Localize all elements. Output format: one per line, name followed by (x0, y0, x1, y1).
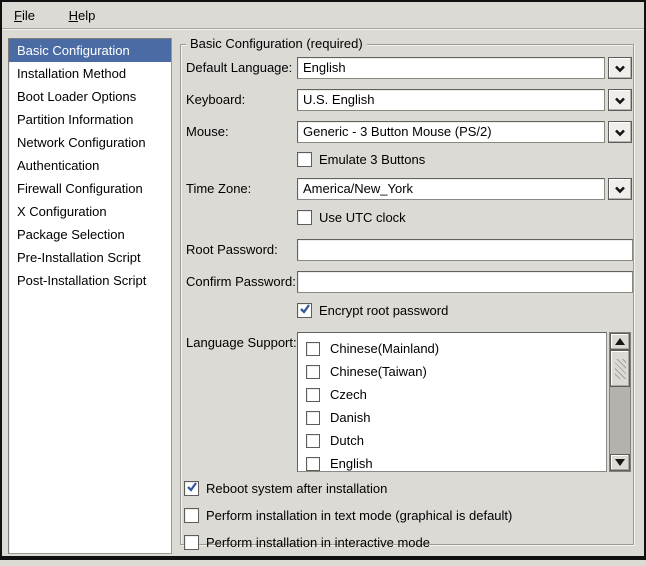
emulate-3-buttons-checkbox[interactable]: Emulate 3 Buttons (297, 152, 425, 167)
time-zone-combo[interactable]: America/New_York (297, 178, 605, 200)
language-option-label: Danish (330, 410, 370, 425)
menu-help[interactable]: Help (63, 6, 102, 25)
language-option[interactable]: Chinese(Mainland) (298, 337, 606, 360)
scroll-up-button[interactable] (610, 333, 630, 350)
confirm-password-label: Confirm Password: (186, 274, 296, 289)
chevron-down-icon (614, 125, 626, 140)
sidebar-item-installation-method[interactable]: Installation Method (9, 62, 171, 85)
language-option[interactable]: Czech (298, 383, 606, 406)
root-password-label: Root Password: (186, 242, 278, 257)
checkbox-box[interactable] (184, 481, 199, 496)
language-option-label: Chinese(Taiwan) (330, 364, 427, 379)
menu-file[interactable]: File (8, 6, 41, 25)
sidebar-item-package-selection[interactable]: Package Selection (9, 223, 171, 246)
kickstart-configurator-window: File Help Basic Configuration Installati… (0, 0, 646, 566)
language-option-label: Chinese(Mainland) (330, 341, 439, 356)
checkbox-box[interactable] (306, 365, 320, 379)
sidebar-item-x-configuration[interactable]: X Configuration (9, 200, 171, 223)
language-option-label: English (330, 456, 373, 471)
sidebar-item-pre-installation-script[interactable]: Pre-Installation Script (9, 246, 171, 269)
sidebar-item-boot-loader-options[interactable]: Boot Loader Options (9, 85, 171, 108)
use-utc-clock-checkbox[interactable]: Use UTC clock (297, 210, 406, 225)
default-language-label: Default Language: (186, 60, 292, 75)
scrollbar-thumb[interactable] (610, 350, 630, 387)
checkbox-box[interactable] (306, 388, 320, 402)
checkbox-box[interactable] (297, 303, 312, 318)
sidebar-item-network-configuration[interactable]: Network Configuration (9, 131, 171, 154)
language-option-label: Dutch (330, 433, 364, 448)
root-password-input[interactable] (297, 239, 633, 261)
checkbox-box[interactable] (306, 342, 320, 356)
reboot-after-install-checkbox[interactable]: Reboot system after installation (184, 481, 387, 496)
text-mode-install-label: Perform installation in text mode (graph… (206, 508, 512, 523)
scroll-down-icon (615, 459, 625, 466)
menu-bar: File Help (2, 2, 644, 29)
check-icon (299, 303, 311, 318)
text-mode-install-checkbox[interactable]: Perform installation in text mode (graph… (184, 508, 512, 523)
chevron-down-icon (614, 61, 626, 76)
sidebar-item-authentication[interactable]: Authentication (9, 154, 171, 177)
reboot-after-install-label: Reboot system after installation (206, 481, 387, 496)
time-zone-dropdown-button[interactable] (608, 178, 632, 200)
language-option[interactable]: Chinese(Taiwan) (298, 360, 606, 383)
emulate-3-buttons-label: Emulate 3 Buttons (319, 152, 425, 167)
language-option[interactable]: Danish (298, 406, 606, 429)
checkbox-box[interactable] (297, 210, 312, 225)
confirm-password-input[interactable] (297, 271, 633, 293)
scroll-up-icon (615, 338, 625, 345)
checkbox-box[interactable] (297, 152, 312, 167)
section-list: Basic Configuration Installation Method … (8, 38, 172, 554)
checkbox-box[interactable] (184, 535, 199, 550)
sidebar-item-firewall-configuration[interactable]: Firewall Configuration (9, 177, 171, 200)
keyboard-label: Keyboard: (186, 92, 245, 107)
language-option[interactable]: Dutch (298, 429, 606, 452)
mouse-combo[interactable]: Generic - 3 Button Mouse (PS/2) (297, 121, 605, 143)
interactive-mode-install-label: Perform installation in interactive mode (206, 535, 430, 550)
language-support-label: Language Support: (186, 335, 297, 350)
sidebar-item-partition-information[interactable]: Partition Information (9, 108, 171, 131)
checkbox-box[interactable] (184, 508, 199, 523)
keyboard-dropdown-button[interactable] (608, 89, 632, 111)
scroll-down-button[interactable] (610, 454, 630, 471)
time-zone-label: Time Zone: (186, 181, 251, 196)
encrypt-root-password-checkbox[interactable]: Encrypt root password (297, 303, 448, 318)
chevron-down-icon (614, 182, 626, 197)
sidebar-item-post-installation-script[interactable]: Post-Installation Script (9, 269, 171, 292)
checkbox-box[interactable] (306, 411, 320, 425)
language-option[interactable]: English (298, 452, 606, 472)
interactive-mode-install-checkbox[interactable]: Perform installation in interactive mode (184, 535, 430, 550)
language-option-label: Czech (330, 387, 367, 402)
default-language-combo[interactable]: English (297, 57, 605, 79)
mouse-dropdown-button[interactable] (608, 121, 632, 143)
language-support-list: Chinese(Mainland) Chinese(Taiwan) Czech … (297, 332, 607, 472)
checkbox-box[interactable] (306, 457, 320, 471)
chevron-down-icon (614, 93, 626, 108)
use-utc-clock-label: Use UTC clock (319, 210, 406, 225)
default-language-dropdown-button[interactable] (608, 57, 632, 79)
encrypt-root-password-label: Encrypt root password (319, 303, 448, 318)
keyboard-combo[interactable]: U.S. English (297, 89, 605, 111)
mouse-label: Mouse: (186, 124, 229, 139)
sidebar-item-basic-configuration[interactable]: Basic Configuration (9, 39, 171, 62)
group-title: Basic Configuration (required) (186, 36, 367, 51)
language-list-scrollbar[interactable] (609, 332, 631, 472)
check-icon (186, 481, 198, 496)
checkbox-box[interactable] (306, 434, 320, 448)
